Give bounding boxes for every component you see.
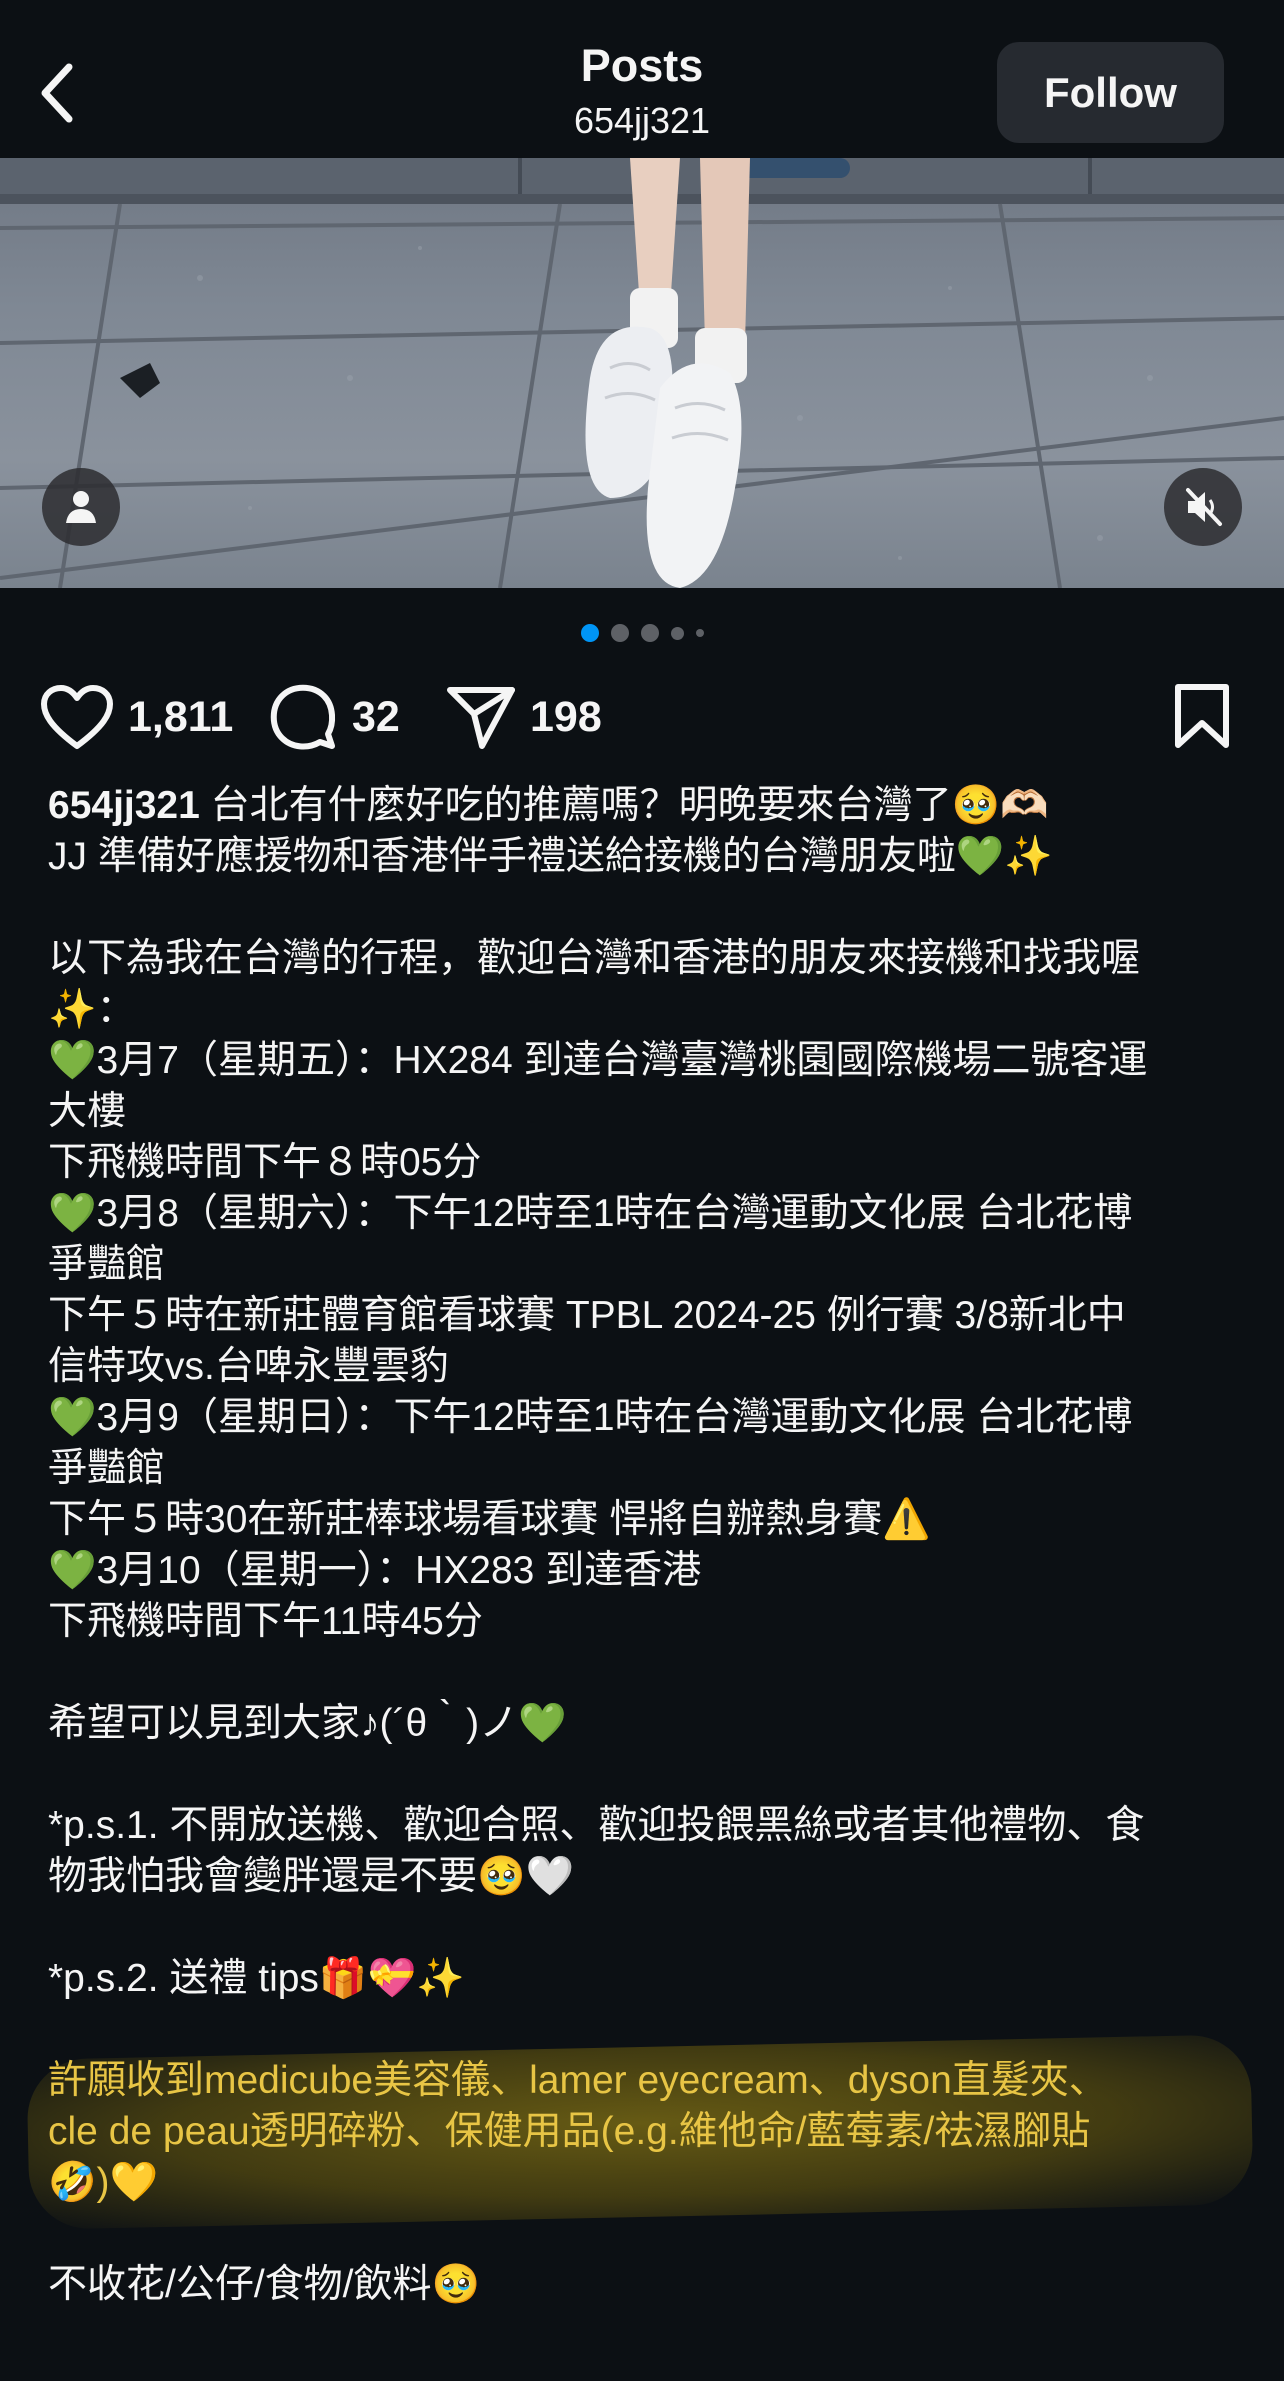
like-count[interactable]: 1,811 xyxy=(128,693,233,742)
caption-line: cle de peau透明碎粉、保健用品(e.g.維他命/藍莓素/祛濕腳貼 xyxy=(48,2110,1091,2153)
caption-line: 以下為我在台灣的行程，歡迎台灣和香港的朋友來接機和找我喔 xyxy=(48,937,1141,980)
bookmark-icon xyxy=(1175,684,1229,748)
caption-line: 希望可以見到大家♪(´θ｀)ノ💚 xyxy=(48,1702,567,1745)
caption-line: *p.s.2. 送禮 tips🎁💝✨ xyxy=(48,1957,465,2000)
caption-text: 台北有什麼好吃的推薦嗎？明晚要來台灣了🥹🫶🏻 xyxy=(199,784,1049,827)
caption-line: 信特攻vs.台啤永豐雲豹 xyxy=(48,1345,449,1388)
caption-line: 爭豔館 xyxy=(48,1447,166,1490)
comment-bubble-icon xyxy=(270,684,336,750)
caption-first-line: 654jj321 台北有什麼好吃的推薦嗎？明晚要來台灣了🥹🫶🏻 xyxy=(48,780,1248,831)
carousel-dot xyxy=(610,624,629,642)
caption-body: JJ 準備好應援物和香港伴手禮送給接機的台灣朋友啦💚✨ 以下為我在台灣的行程，歡迎… xyxy=(48,831,1248,2055)
caption-line: 下飛機時間下午８時05分 xyxy=(48,1141,482,1184)
caption-line: 物我怕我會變胖還是不要🥹🤍 xyxy=(48,1855,575,1898)
caption-line: 下午５時在新莊體育館看球賽 TPBL 2024-25 例行賽 3/8新北中 xyxy=(48,1294,1126,1337)
comment-button[interactable]: 32 xyxy=(268,672,400,762)
post-actions: 1,811 32 198 xyxy=(0,672,1284,762)
caption-username[interactable]: 654jj321 xyxy=(48,784,200,827)
highlight-text: 許願收到medicube美容儀、lamer eyecream、dyson直髮夾、… xyxy=(48,2055,1248,2208)
share-button[interactable]: 198 xyxy=(446,672,602,762)
carousel-dot xyxy=(640,624,659,642)
top-bar: Posts 654jj321 Follow xyxy=(0,0,1284,158)
caption-line xyxy=(48,1647,1248,1698)
caption-line: 💚3月9（星期日）：下午12時至1時在台灣運動文化展 台北花博 xyxy=(48,1396,1133,1439)
caption-line xyxy=(48,882,1248,933)
caption-line: 💚3月7（星期五）：HX284 到達台灣臺灣桃園國際機場二號客運 xyxy=(48,1039,1148,1082)
caption-line: 下午５時30在新莊棒球場看球賽 悍將自辦熱身賽⚠️ xyxy=(48,1498,931,1541)
tagged-users-button[interactable] xyxy=(42,468,120,546)
caption-line: 爭豔館 xyxy=(48,1243,166,1286)
carousel-dot-active xyxy=(580,624,599,642)
caption-line xyxy=(48,1749,1248,1800)
comment-count[interactable]: 32 xyxy=(352,693,400,742)
like-button[interactable]: 1,811 xyxy=(40,672,233,762)
carousel-dot xyxy=(695,629,704,637)
caption-line: 大樓 xyxy=(48,1090,127,1133)
caption-line xyxy=(48,1902,1248,1953)
heart-icon xyxy=(41,685,113,749)
post-caption: 654jj321 台北有什麼好吃的推薦嗎？明晚要來台灣了🥹🫶🏻 JJ 準備好應援… xyxy=(26,780,1254,2310)
highlighted-wishlist: 許願收到medicube美容儀、lamer eyecream、dyson直髮夾、… xyxy=(26,2034,1254,2230)
caption-line: 許願收到medicube美容儀、lamer eyecream、dyson直髮夾、 xyxy=(48,2059,1108,2102)
caption-line: JJ 準備好應援物和香港伴手禮送給接機的台灣朋友啦💚✨ xyxy=(48,835,1053,878)
mute-button[interactable] xyxy=(1164,468,1242,546)
carousel-dot xyxy=(670,626,684,640)
caption-line: 不收花/公仔/食物/飲料🥹 xyxy=(48,2263,481,2306)
caption-line: 🤣)💛 xyxy=(48,2161,159,2204)
caption-line: 💚3月8（星期六）：下午12時至1時在台灣運動文化展 台北花博 xyxy=(48,1192,1133,1235)
carousel-indicator xyxy=(0,622,1284,644)
post-media[interactable] xyxy=(0,158,1284,588)
speaker-muted-icon xyxy=(1186,488,1222,526)
save-button[interactable] xyxy=(1172,672,1232,762)
caption-line: *p.s.1. 不開放送機、歡迎合照、歡迎投餵黑絲或者其他禮物、食 xyxy=(48,1804,1145,1847)
user-icon xyxy=(66,491,96,523)
follow-button[interactable]: Follow xyxy=(997,42,1224,143)
caption-line: 💚3月10（星期一）：HX283 到達香港 xyxy=(48,1549,702,1592)
share-count[interactable]: 198 xyxy=(530,693,602,742)
caption-line: 下飛機時間下午11時45分 xyxy=(48,1600,483,1643)
paper-plane-icon xyxy=(447,687,515,749)
caption-line: ✨： xyxy=(48,988,136,1031)
post-photo xyxy=(0,158,1284,588)
